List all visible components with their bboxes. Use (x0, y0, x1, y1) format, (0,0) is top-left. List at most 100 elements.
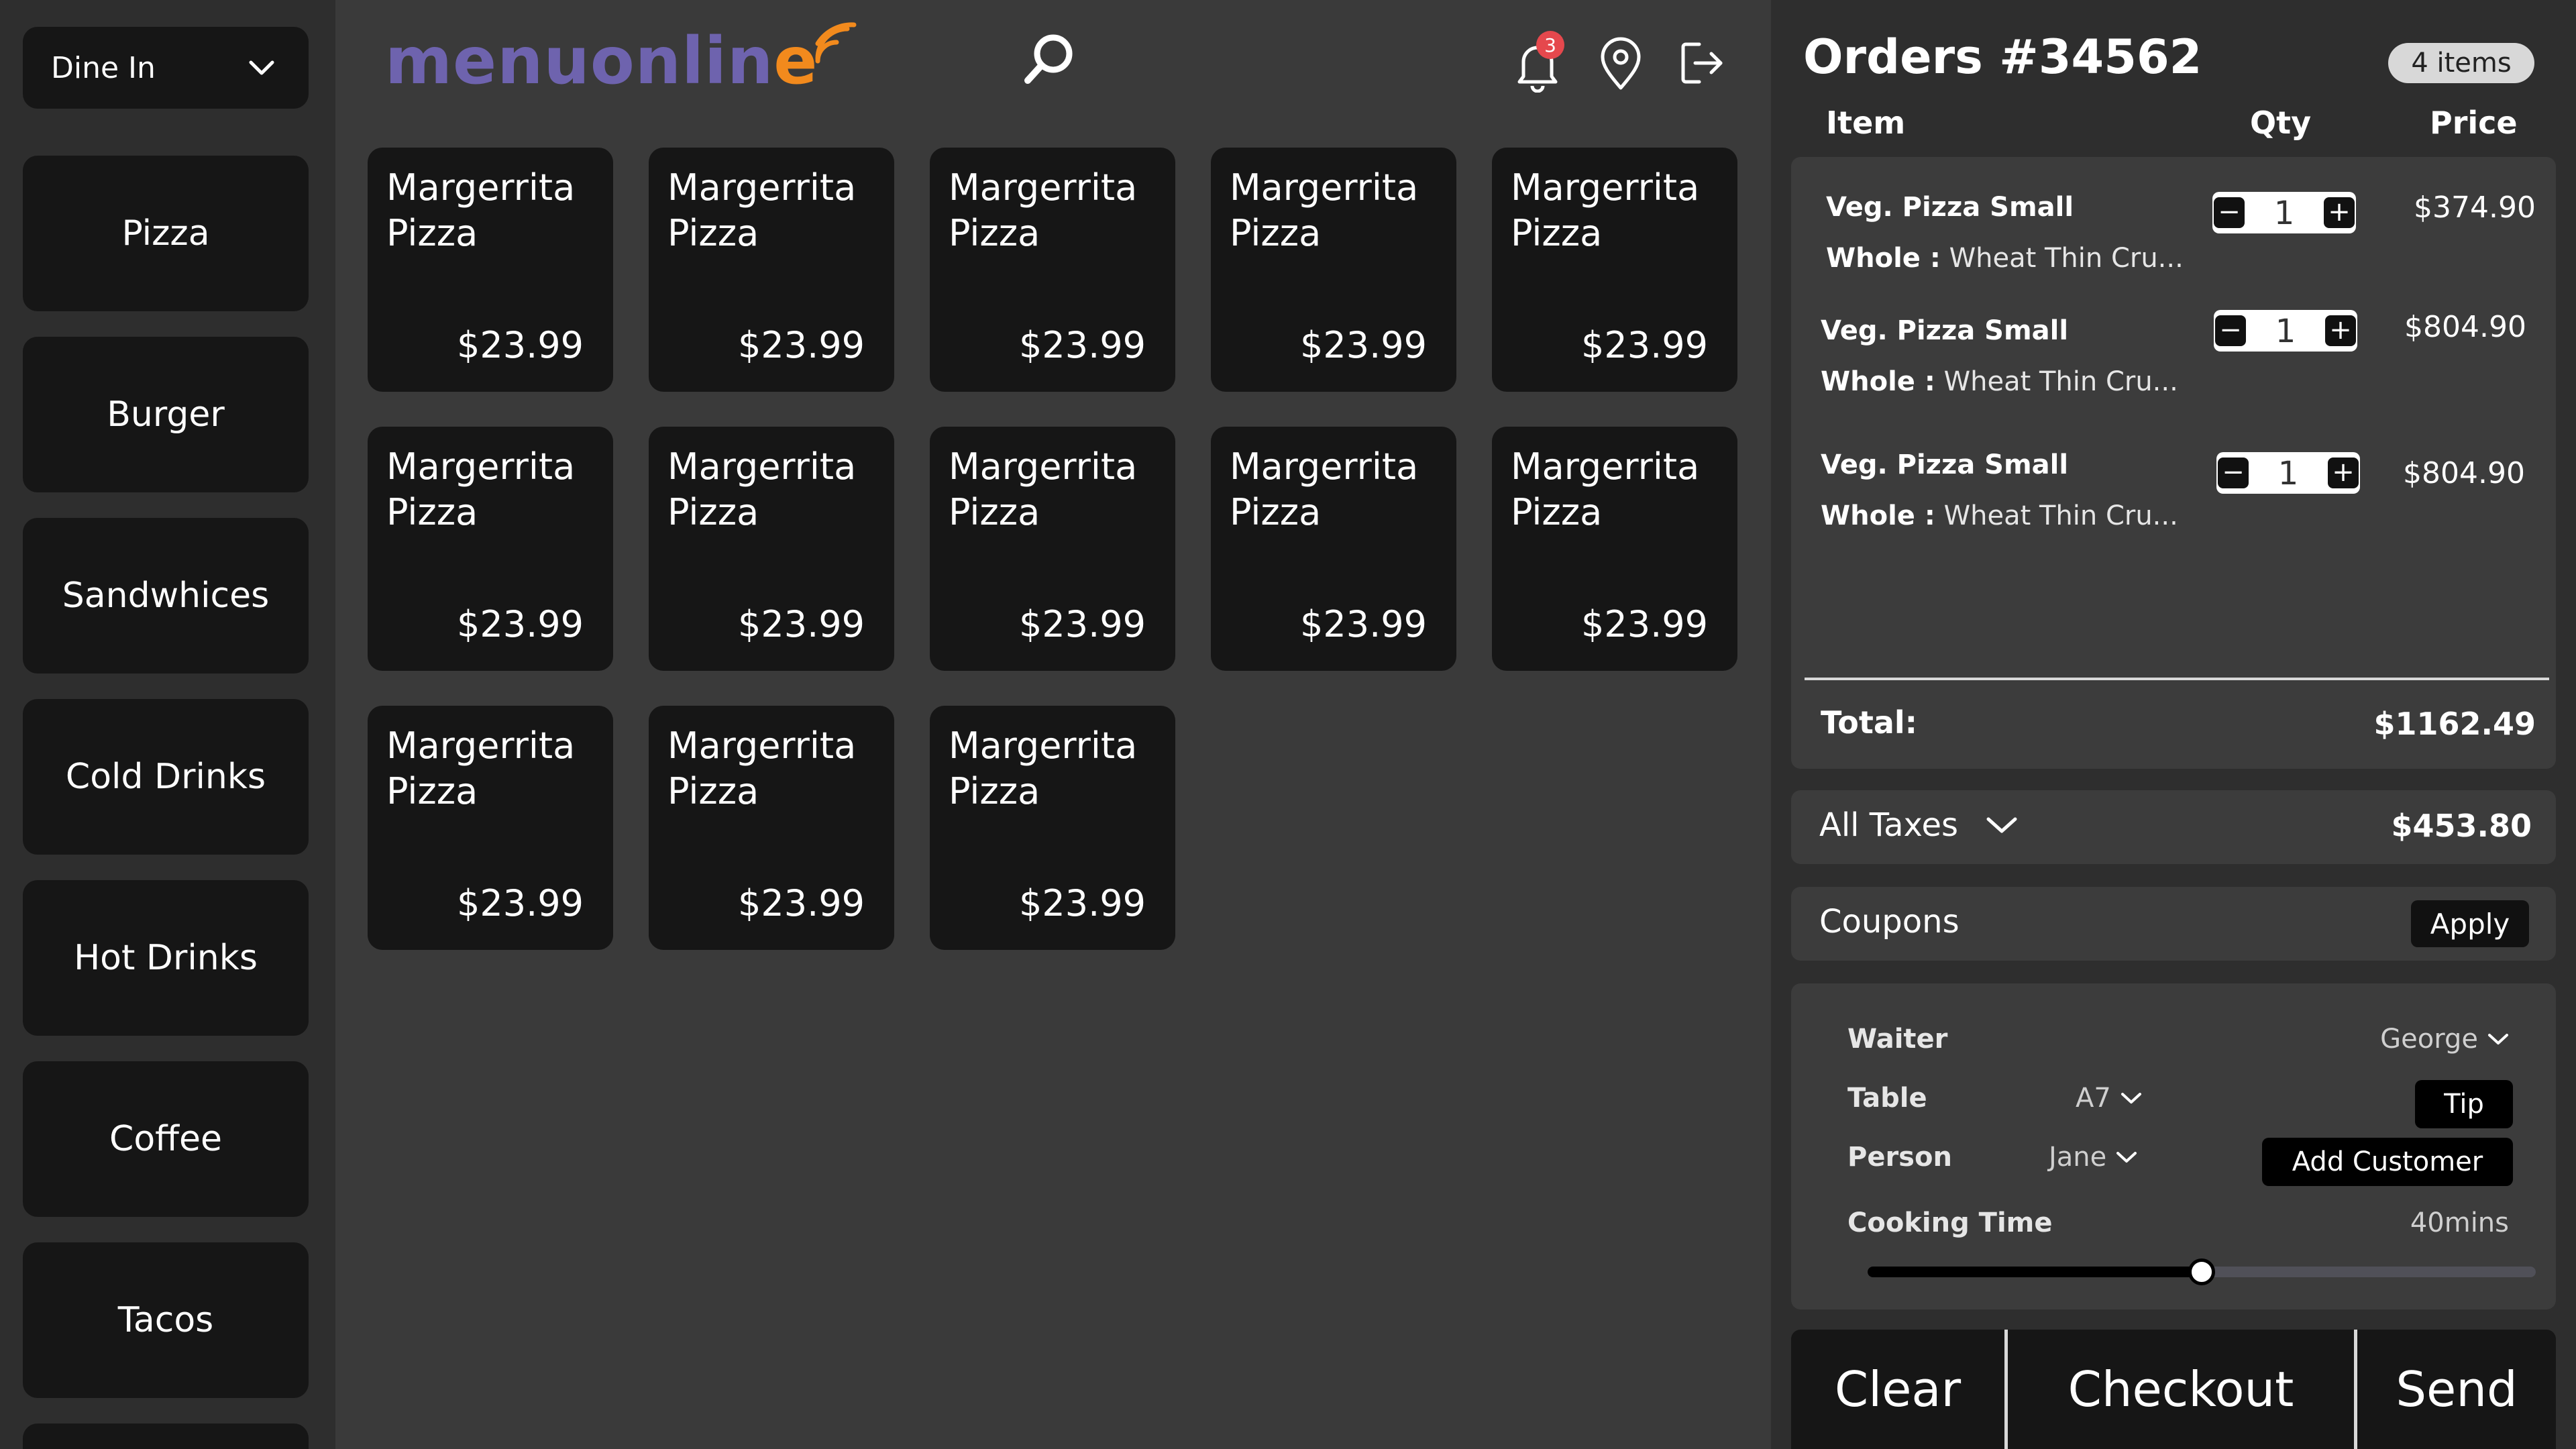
decrease-qty-button[interactable]: − (2215, 315, 2246, 346)
plus-icon: + (2329, 315, 2352, 345)
cooking-time-slider[interactable] (1868, 1258, 2536, 1285)
coupons-label: Coupons (1819, 903, 1960, 941)
menu-item-name: Margerrita Pizza (386, 445, 576, 533)
category-more[interactable] (23, 1424, 309, 1449)
quantity-stepper: − 1 + (2216, 452, 2360, 494)
category-sidebar: Dine In Pizza Burger Sandwhices Cold Dri… (0, 0, 335, 1449)
category-sandwiches[interactable]: Sandwhices (23, 518, 309, 674)
quantity-value[interactable]: 1 (2246, 195, 2322, 232)
menu-item-card[interactable]: Margerrita Pizza $23.99 (368, 427, 613, 671)
taxes-row[interactable]: All Taxes $453.80 (1791, 790, 2556, 864)
tip-button[interactable]: Tip (2415, 1080, 2513, 1128)
add-customer-button[interactable]: Add Customer (2262, 1138, 2513, 1186)
increase-qty-button[interactable]: + (2328, 458, 2359, 488)
category-burger[interactable]: Burger (23, 337, 309, 492)
apply-coupon-button[interactable]: Apply (2411, 900, 2529, 947)
menu-item-card[interactable]: Margerrita Pizza $23.99 (1492, 427, 1737, 671)
chevron-down-icon (2488, 1034, 2508, 1044)
checkout-button[interactable]: Checkout (2008, 1330, 2354, 1449)
taxes-value: $453.80 (2391, 808, 2532, 844)
menu-item-card[interactable]: Margerrita Pizza $23.99 (649, 706, 894, 950)
send-button[interactable]: Send (2357, 1330, 2556, 1449)
dine-mode-select[interactable]: Dine In (23, 27, 309, 109)
search-icon (1024, 34, 1073, 84)
category-label: Burger (107, 394, 225, 435)
menu-item-card[interactable]: Margerrita Pizza $23.99 (1211, 427, 1456, 671)
menu-item-card[interactable]: Margerrita Pizza $23.99 (368, 706, 613, 950)
order-item-price: $804.90 (2403, 456, 2525, 490)
menu-item-price: $23.99 (457, 882, 584, 924)
option-label: Whole : (1821, 500, 1935, 531)
order-item-price: $804.90 (2404, 310, 2526, 344)
slider-thumb[interactable] (2188, 1258, 2215, 1285)
menu-item-name: Margerrita Pizza (667, 166, 857, 254)
order-item-name: Veg. Pizza Small (1821, 315, 2069, 346)
person-label: Person (1847, 1142, 1952, 1173)
menu-item-price: $23.99 (1019, 882, 1146, 924)
menu-item-card[interactable]: Margerrita Pizza $23.99 (930, 706, 1175, 950)
dine-mode-label: Dine In (51, 50, 156, 85)
menu-item-name: Margerrita Pizza (949, 166, 1138, 254)
notifications-button[interactable]: 3 (1511, 31, 1564, 95)
order-items-list: Veg. Pizza Small Whole : Wheat Thin Cru.… (1791, 157, 2556, 769)
category-label: Sandwhices (62, 576, 270, 616)
order-item-name: Veg. Pizza Small (1821, 449, 2069, 480)
waiter-select[interactable]: George (2380, 1024, 2509, 1055)
taxes-label: All Taxes (1819, 806, 1959, 844)
column-header-price: Price (2430, 105, 2518, 141)
category-cold-drinks[interactable]: Cold Drinks (23, 699, 309, 855)
person-select[interactable]: Jane (2049, 1142, 2137, 1173)
logo-text-primary: menuonlin (385, 23, 774, 99)
decrease-qty-button[interactable]: − (2214, 197, 2245, 228)
menu-item-price: $23.99 (1019, 324, 1146, 366)
category-hot-drinks[interactable]: Hot Drinks (23, 880, 309, 1036)
logout-button[interactable] (1672, 35, 1732, 91)
chevron-down-icon (2121, 1093, 2141, 1104)
quantity-stepper: − 1 + (2212, 192, 2356, 233)
location-button[interactable] (1591, 34, 1650, 94)
category-label: Tacos (117, 1300, 214, 1340)
increase-qty-button[interactable]: + (2325, 315, 2356, 346)
category-tacos[interactable]: Tacos (23, 1242, 309, 1398)
waiter-value: George (2380, 1024, 2478, 1055)
menu-item-card[interactable]: Margerrita Pizza $23.99 (649, 427, 894, 671)
clear-button[interactable]: Clear (1791, 1330, 2004, 1449)
logo-text-accent: e (773, 23, 818, 99)
notification-badge: 3 (1536, 31, 1564, 59)
menu-item-price: $23.99 (1300, 324, 1427, 366)
table-label: Table (1847, 1083, 1927, 1114)
table-select[interactable]: A7 (2076, 1083, 2142, 1114)
option-label: Whole : (1826, 243, 1941, 274)
quantity-value[interactable]: 1 (2250, 455, 2326, 492)
menu-item-name: Margerrita Pizza (386, 724, 576, 812)
order-item-option: Whole : Wheat Thin Cru... (1821, 366, 2178, 397)
menu-item-card[interactable]: Margerrita Pizza $23.99 (1492, 148, 1737, 392)
category-label: Coffee (109, 1119, 222, 1159)
app-logo: menuonlin e (385, 22, 861, 99)
menu-item-card[interactable]: Margerrita Pizza $23.99 (649, 148, 894, 392)
category-coffee[interactable]: Coffee (23, 1061, 309, 1217)
minus-icon: − (2222, 457, 2245, 488)
chevron-down-icon (2116, 1152, 2137, 1163)
decrease-qty-button[interactable]: − (2218, 458, 2249, 488)
category-label: Cold Drinks (65, 757, 266, 797)
menu-item-price: $23.99 (1019, 603, 1146, 645)
order-item-option: Whole : Wheat Thin Cru... (1821, 500, 2178, 531)
order-details: Waiter George Table A7 Tip Person Jane A… (1791, 983, 2556, 1309)
menu-item-card[interactable]: Margerrita Pizza $23.99 (930, 427, 1175, 671)
category-label: Hot Drinks (74, 938, 258, 978)
menu-item-price: $23.99 (1300, 603, 1427, 645)
menu-item-card[interactable]: Margerrita Pizza $23.99 (1211, 148, 1456, 392)
order-actions: Clear Checkout Send (1791, 1330, 2556, 1449)
column-header-qty: Qty (2250, 105, 2312, 141)
taxes-toggle[interactable]: All Taxes (1819, 806, 2019, 844)
quantity-value[interactable]: 1 (2247, 313, 2324, 350)
increase-qty-button[interactable]: + (2324, 197, 2355, 228)
order-panel: Orders #34562 4 items Item Qty Price Veg… (1771, 0, 2576, 1449)
category-pizza[interactable]: Pizza (23, 156, 309, 311)
menu-item-price: $23.99 (1581, 324, 1708, 366)
menu-item-card[interactable]: Margerrita Pizza $23.99 (930, 148, 1175, 392)
pos-app: Dine In Pizza Burger Sandwhices Cold Dri… (0, 0, 2576, 1449)
menu-item-card[interactable]: Margerrita Pizza $23.99 (368, 148, 613, 392)
search-button[interactable] (1017, 27, 1081, 91)
